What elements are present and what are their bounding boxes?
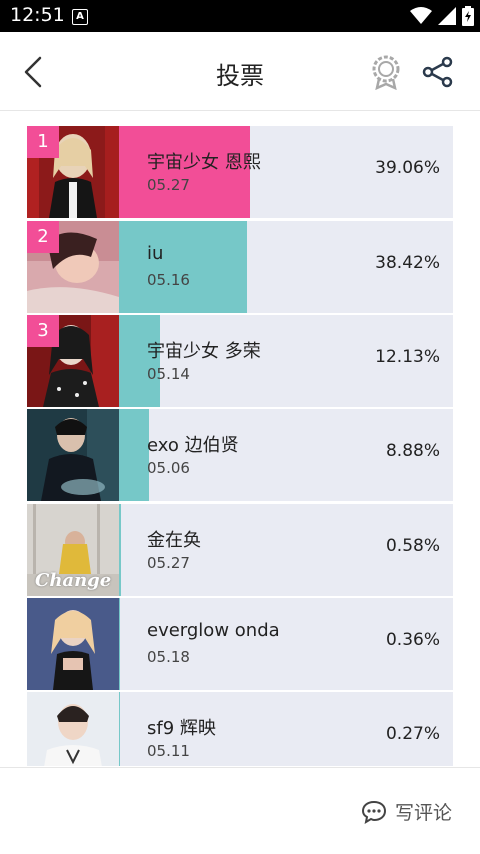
vote-row[interactable]: exo 边伯贤 05.06 8.88% — [27, 409, 453, 501]
candidate-name: iu — [147, 243, 164, 264]
candidate-name: everglow onda — [147, 620, 280, 641]
comment-bar: 写评论 — [0, 767, 480, 854]
vote-percent: 12.13% — [375, 347, 440, 367]
status-time: 12:51 — [10, 4, 65, 26]
candidate-name: exo 边伯贤 — [147, 435, 239, 456]
vote-list: 1 宇宙少女 恩熙 05.27 39.06% 2 iu 05.16 38.42% — [27, 126, 453, 766]
page-title: 投票 — [216, 62, 264, 90]
candidate-date: 05.27 — [147, 554, 190, 572]
vote-row[interactable]: 1 宇宙少女 恩熙 05.27 39.06% — [27, 126, 453, 218]
notification-a-icon: A — [72, 9, 88, 25]
candidate-photo — [27, 598, 119, 690]
vote-percent: 0.36% — [385, 630, 440, 650]
vote-share-bar — [119, 221, 247, 313]
rank-badge: 1 — [27, 126, 59, 158]
vote-share-bar — [119, 692, 120, 766]
write-comment-button[interactable]: 写评论 — [361, 798, 452, 825]
vote-share-bar — [119, 598, 120, 690]
signal-icon — [438, 7, 456, 25]
vote-row[interactable]: Change 金在奂 05.27 0.58% — [27, 504, 453, 596]
status-bar: 12:51 A — [0, 0, 480, 32]
vote-percent: 38.42% — [375, 253, 440, 273]
vote-percent: 8.88% — [385, 441, 440, 461]
comment-icon — [361, 800, 386, 824]
candidate-name: 金在奂 — [147, 530, 201, 551]
candidate-date: 05.18 — [147, 648, 190, 666]
vote-percent: 0.27% — [385, 724, 440, 744]
comment-label: 写评论 — [394, 802, 452, 824]
vote-row[interactable]: everglow onda 05.18 0.36% — [27, 598, 453, 690]
vote-row[interactable]: sf9 辉映 05.11 0.27% — [27, 692, 453, 766]
candidate-photo: Change — [27, 504, 119, 596]
candidate-name: 宇宙少女 多荣 — [147, 341, 261, 362]
share-icon[interactable] — [422, 56, 454, 88]
vote-share-bar — [119, 504, 121, 596]
vote-share-bar — [119, 409, 149, 501]
candidate-date: 05.16 — [147, 271, 190, 289]
wifi-icon — [410, 7, 432, 24]
app-header: 投票 — [0, 32, 480, 111]
vote-row[interactable]: 3 宇宙少女 多荣 05.14 12.13% — [27, 315, 453, 407]
status-icons — [410, 6, 474, 26]
thumbnail-caption: Change — [35, 570, 112, 591]
rank-badge: 3 — [27, 315, 59, 347]
rank-badge: 2 — [27, 221, 59, 253]
candidate-photo — [27, 692, 119, 766]
candidate-date: 05.14 — [147, 365, 190, 383]
candidate-photo — [27, 409, 119, 501]
candidate-name: sf9 辉映 — [147, 718, 216, 739]
vote-percent: 0.58% — [385, 536, 440, 556]
vote-row[interactable]: 2 iu 05.16 38.42% — [27, 221, 453, 313]
candidate-date: 05.11 — [147, 742, 190, 760]
candidate-date: 05.27 — [147, 176, 190, 194]
battery-icon — [462, 6, 474, 26]
medal-icon[interactable] — [368, 54, 404, 90]
candidate-name: 宇宙少女 恩熙 — [147, 152, 261, 173]
vote-percent: 39.06% — [375, 158, 440, 178]
candidate-date: 05.06 — [147, 459, 190, 477]
